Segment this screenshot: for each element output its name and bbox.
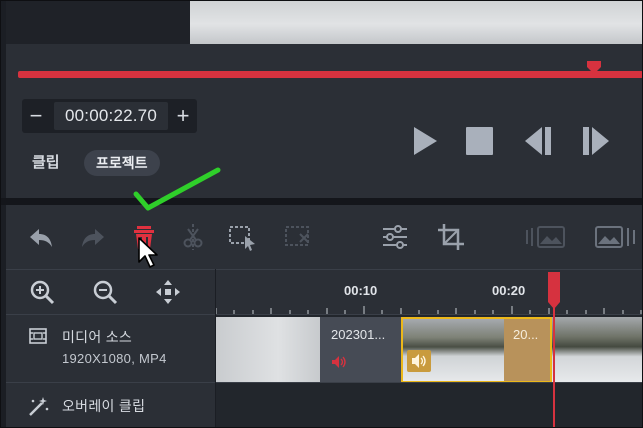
media-clip[interactable]: 202301...	[320, 317, 402, 383]
preview-left-area	[6, 0, 190, 44]
redo-icon[interactable]	[78, 222, 108, 252]
crop-icon[interactable]	[436, 222, 466, 252]
mode-tab-project[interactable]: 프로젝트	[84, 150, 160, 176]
stop-icon[interactable]	[464, 124, 494, 158]
play-icon[interactable]	[410, 124, 440, 158]
track-title-overlay-clip: 오버레이 클립	[62, 398, 146, 414]
media-clip[interactable]	[216, 317, 320, 383]
split-icon[interactable]	[178, 222, 208, 252]
player-panel: − 00:00:22.70 + 클립 프로젝트	[6, 0, 643, 198]
volume-icon	[412, 354, 426, 368]
adjust-icon[interactable]	[380, 222, 410, 252]
magic-wand-icon	[29, 397, 49, 416]
deselect-icon[interactable]	[283, 222, 313, 252]
seek-thumb[interactable]	[586, 61, 602, 75]
timecode-control: − 00:00:22.70 +	[22, 99, 197, 133]
media-clip[interactable]	[552, 317, 643, 383]
ruler-ticks	[216, 306, 642, 314]
select-range-icon[interactable]	[227, 222, 257, 252]
time-increment-button[interactable]: +	[169, 99, 197, 133]
timeline-zoom-controls	[6, 269, 215, 314]
image-icon[interactable]	[590, 222, 638, 252]
film-icon	[29, 328, 47, 344]
clip-volume-button[interactable]	[407, 350, 431, 372]
fit-timeline-icon[interactable]	[154, 278, 182, 306]
seek-bar[interactable]	[18, 71, 643, 78]
ruler-label-10s: 00:10	[344, 283, 378, 298]
panel-divider	[0, 198, 643, 205]
zoom-out-icon[interactable]	[91, 278, 119, 306]
clip-label: 20...	[513, 327, 539, 342]
next-frame-icon[interactable]	[581, 124, 611, 158]
ruler-label-20s: 00:20	[492, 283, 526, 298]
playhead-handle[interactable]	[547, 270, 561, 310]
previous-frame-icon[interactable]	[523, 124, 553, 158]
volume-icon[interactable]	[331, 355, 347, 369]
media-track-lane[interactable]: 202301... 20...	[216, 314, 643, 383]
overlay-track-lane[interactable]	[216, 382, 643, 428]
delete-icon[interactable]	[129, 222, 159, 252]
zoom-in-icon[interactable]	[28, 278, 56, 306]
clip-trim-region: 20...	[504, 319, 550, 381]
video-preview	[190, 0, 643, 44]
track-media-info: 1920X1080, MP4	[62, 351, 167, 366]
clip-label: 202301...	[331, 327, 386, 342]
track-title-media-source: 미디어 소스	[62, 329, 133, 345]
playhead-line	[553, 300, 555, 428]
timeline-ruler[interactable]: 00:10 00:20	[216, 269, 643, 314]
edit-toolbar	[6, 205, 643, 269]
timecode-field[interactable]: 00:00:22.70	[54, 102, 168, 130]
undo-icon[interactable]	[26, 222, 56, 252]
track-header-overlay-clip[interactable]: 오버레이 클립	[6, 382, 215, 428]
image-insert-icon[interactable]	[524, 222, 572, 252]
track-header-media-source[interactable]: 미디어 소스 1920X1080, MP4	[6, 314, 215, 382]
mode-tab-clip[interactable]: 클립	[32, 151, 60, 172]
time-decrement-button[interactable]: −	[22, 99, 50, 133]
media-clip-selected[interactable]: 20...	[401, 317, 552, 383]
